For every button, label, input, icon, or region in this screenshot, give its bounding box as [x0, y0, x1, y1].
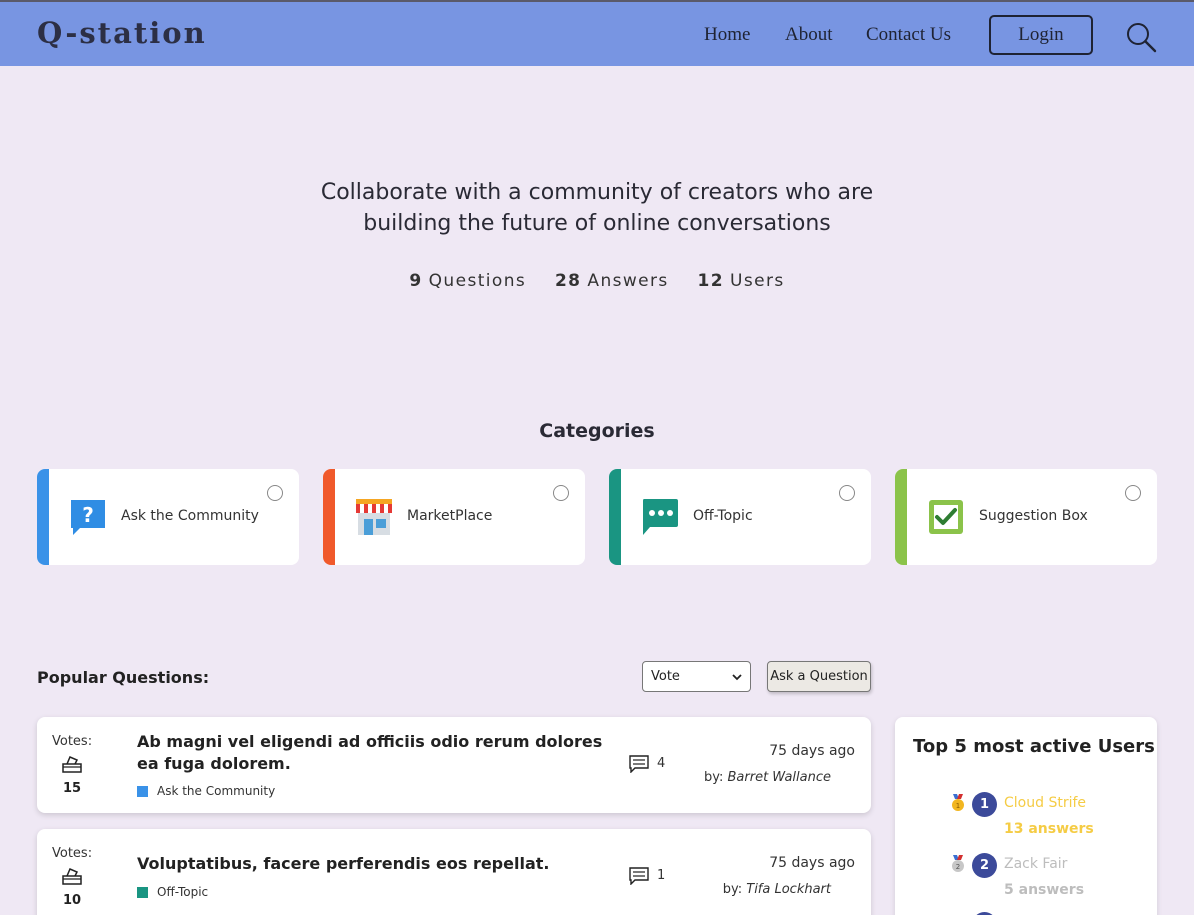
question-bubble-icon: ?: [71, 500, 105, 535]
comments-icon: [629, 755, 649, 773]
category-radio[interactable]: [839, 485, 855, 501]
question-category[interactable]: Off-Topic: [137, 885, 208, 899]
comments-count: 4: [657, 756, 666, 771]
user-answers: 13 answers: [1004, 821, 1094, 837]
category-label: Suggestion Box: [979, 508, 1088, 524]
votes-label: Votes:: [52, 846, 93, 861]
sort-select[interactable]: Vote: [642, 661, 751, 692]
question-author: by: Barret Wallance: [703, 770, 832, 785]
hero-title: Collaborate with a community of creators…: [320, 180, 874, 236]
nav-contact[interactable]: Contact Us: [866, 24, 951, 46]
svg-text:2: 2: [956, 863, 960, 871]
category-color-square: [137, 785, 148, 797]
chat-dots-icon: [643, 499, 678, 535]
category-color-bar: [323, 469, 335, 565]
svg-text:1: 1: [956, 802, 960, 810]
question-card: Votes: 15 Ab magni vel eligendi ad offic…: [37, 717, 871, 813]
ballot-box-icon[interactable]: [62, 867, 82, 885]
nav-about[interactable]: About: [785, 24, 833, 46]
popular-questions-label: Popular Questions:: [37, 668, 210, 687]
stat-answers: 28 Answers: [554, 271, 669, 291]
category-label: Off-Topic: [693, 508, 753, 524]
question-date: 75 days ago: [769, 855, 855, 871]
categories-title: Categories: [539, 420, 655, 442]
category-radio[interactable]: [267, 485, 283, 501]
category-off-topic[interactable]: Off-Topic: [609, 469, 871, 565]
sort-selected-value: Vote: [651, 669, 680, 684]
svg-text:?: ?: [82, 503, 94, 527]
votes-count: 10: [62, 893, 82, 908]
rank-badge: 1: [972, 792, 997, 817]
category-color-bar: [609, 469, 621, 565]
chevron-down-icon: [732, 673, 742, 680]
user-name[interactable]: Zack Fair: [1004, 856, 1067, 872]
stat-users: 12 Users: [697, 271, 785, 291]
question-category[interactable]: Ask the Community: [137, 784, 275, 798]
top-users-title: Top 5 most active Users: [913, 736, 1155, 757]
checkbox-icon: [929, 500, 963, 534]
rank-badge: 2: [972, 853, 997, 878]
user-answers: 5 answers: [1004, 882, 1085, 898]
site-stats: 9 Questions 28 Answers 12 Users: [0, 271, 1194, 291]
category-label: MarketPlace: [407, 508, 493, 524]
category-label: Ask the Community: [121, 508, 259, 524]
gold-medal-icon: 1: [952, 794, 964, 811]
silver-medal-icon: 2: [952, 855, 964, 872]
category-suggestion-box[interactable]: Suggestion Box: [895, 469, 1157, 565]
votes-label: Votes:: [52, 734, 93, 749]
question-title[interactable]: Ab magni vel eligendi ad officiis odio r…: [137, 731, 607, 775]
user-name[interactable]: Cloud Strife: [1004, 795, 1086, 811]
stat-questions: 9 Questions: [409, 271, 527, 291]
question-date: 75 days ago: [769, 743, 855, 759]
question-title[interactable]: Voluptatibus, facere perferendis eos rep…: [137, 853, 607, 875]
category-color-square: [137, 886, 148, 898]
category-radio[interactable]: [553, 485, 569, 501]
comments-icon: [629, 867, 649, 885]
comments-count: 1: [657, 868, 666, 883]
nav-home[interactable]: Home: [704, 24, 750, 46]
category-ask-community[interactable]: ? Ask the Community: [37, 469, 299, 565]
site-logo[interactable]: Q-station: [37, 16, 207, 50]
votes-count: 15: [62, 781, 82, 796]
login-button[interactable]: Login: [989, 15, 1093, 55]
question-category-label: Ask the Community: [157, 784, 276, 798]
category-color-bar: [37, 469, 49, 565]
category-color-bar: [895, 469, 907, 565]
top-users-panel: Top 5 most active Users 1 1 Cloud Strife…: [895, 717, 1157, 915]
category-marketplace[interactable]: MarketPlace: [323, 469, 585, 565]
search-icon[interactable]: [1125, 21, 1157, 53]
author-name[interactable]: Barret Wallance: [728, 770, 832, 785]
question-card: Votes: 10 Voluptatibus, facere perferend…: [37, 829, 871, 915]
store-icon: [356, 499, 392, 535]
top-navbar: Q-station Home About Contact Us Login: [0, 0, 1194, 66]
author-name[interactable]: Tifa Lockhart: [746, 882, 831, 897]
ask-question-button[interactable]: Ask a Question: [767, 661, 871, 692]
question-author: by: Tifa Lockhart: [722, 882, 831, 897]
ballot-box-icon[interactable]: [62, 755, 82, 773]
category-radio[interactable]: [1125, 485, 1141, 501]
question-category-label: Off-Topic: [157, 885, 209, 899]
